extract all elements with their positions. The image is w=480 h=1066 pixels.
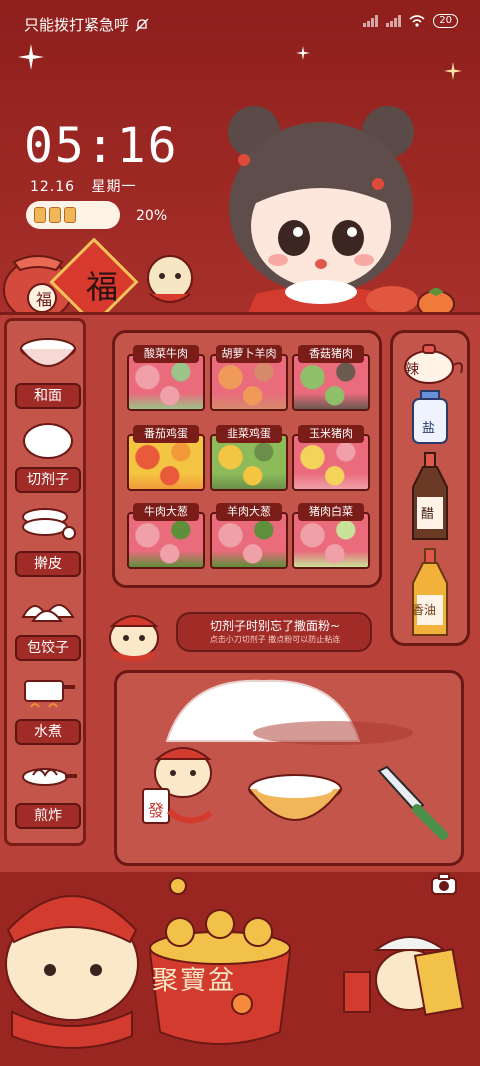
date-value: 12.16 bbox=[30, 179, 76, 195]
dough-ball-icon bbox=[23, 423, 73, 459]
tip-subtitle: 点击小刀切剂子 撒点粉可以防止粘连 bbox=[209, 635, 341, 644]
tool-label: 切剂子 bbox=[15, 467, 81, 493]
filling-label: 牛肉大葱 bbox=[133, 503, 199, 521]
sparkle-icon bbox=[444, 62, 462, 80]
seasoning-shelf: 辣 盐 醋 香油 bbox=[390, 330, 470, 646]
battery-badge: 20 bbox=[433, 14, 458, 28]
tool-label: 擀皮 bbox=[15, 551, 81, 577]
flour-bowl-icon bbox=[20, 338, 76, 367]
tool-mix-dough[interactable]: 和面 bbox=[15, 335, 81, 409]
jubaopen-text: 聚寶盆 bbox=[152, 966, 237, 996]
carrier-text: 只能拨打紧急呼 bbox=[24, 16, 130, 34]
tip-title: 切剂子时别忘了撒面粉~ bbox=[209, 619, 341, 633]
snowflake-icon bbox=[296, 46, 310, 60]
status-left: 只能拨打紧急呼 bbox=[24, 14, 149, 35]
lockscreen-time: 05:16 bbox=[24, 118, 179, 174]
tool-roll-wrapper[interactable]: 擀皮 bbox=[15, 503, 81, 577]
filling-label: 玉米猪肉 bbox=[298, 425, 364, 443]
tool-fry[interactable]: 煎炸 bbox=[15, 755, 81, 829]
filling-label: 猪肉白菜 bbox=[298, 503, 364, 521]
salt-label: 盐 bbox=[422, 421, 436, 436]
fa-card-text: 發 bbox=[147, 801, 164, 820]
fu-sign-text: 福 bbox=[85, 268, 118, 306]
filling-cell[interactable]: 羊肉大葱 bbox=[210, 503, 288, 569]
flour-bowl[interactable] bbox=[245, 771, 345, 835]
tool-label: 包饺子 bbox=[15, 635, 81, 661]
vinegar-label: 醋 bbox=[421, 507, 435, 522]
sesame-oil-label: 香油 bbox=[412, 603, 437, 617]
lockscreen-date: 12.16 星期一 bbox=[30, 176, 136, 196]
tool-boil[interactable]: 水煮 bbox=[15, 671, 81, 745]
dumplings-icon bbox=[21, 604, 75, 622]
filling-cell[interactable]: 酸菜牛肉 bbox=[127, 345, 205, 411]
wifi-icon bbox=[409, 15, 425, 27]
filling-cell[interactable]: 猪肉白菜 bbox=[292, 503, 370, 569]
filling-label: 酸菜牛肉 bbox=[133, 345, 199, 363]
pot-icon bbox=[24, 680, 75, 708]
filling-label: 韭菜鸡蛋 bbox=[216, 425, 282, 443]
tool-label: 煎炸 bbox=[15, 803, 81, 829]
chili-label: 辣 bbox=[405, 362, 419, 378]
knife-icon[interactable] bbox=[373, 765, 453, 841]
fu-small-text: 福 bbox=[35, 290, 52, 309]
signal-icon-2 bbox=[386, 15, 402, 27]
tool-label: 水煮 bbox=[15, 719, 81, 745]
work-board: 發 bbox=[114, 670, 464, 866]
filling-cell[interactable]: 牛肉大葱 bbox=[127, 503, 205, 569]
mute-bell-icon bbox=[135, 18, 149, 31]
dough-wrapper-icon bbox=[22, 508, 76, 540]
filling-cell[interactable]: 胡萝卜羊肉 bbox=[210, 345, 288, 411]
filling-cell[interactable]: 番茄鸡蛋 bbox=[127, 425, 205, 491]
battery-widget bbox=[26, 201, 120, 229]
filling-cell[interactable]: 韭菜鸡蛋 bbox=[210, 425, 288, 491]
filling-label: 胡萝卜羊肉 bbox=[216, 345, 282, 363]
tool-cut-portions[interactable]: 切剂子 bbox=[15, 419, 81, 493]
frying-pan-icon bbox=[22, 768, 77, 786]
camera-icon[interactable] bbox=[430, 872, 458, 896]
snake-mascot-icon bbox=[109, 615, 159, 662]
tool-label: 和面 bbox=[15, 383, 81, 409]
sesame-oil-bottle-icon[interactable] bbox=[407, 547, 453, 639]
girl-illustration bbox=[228, 106, 418, 318]
battery-percent: 20% bbox=[136, 208, 168, 224]
sparkle-icon bbox=[18, 44, 44, 70]
bottom-decor-illustration bbox=[0, 872, 480, 1066]
filling-label: 香菇猪肉 bbox=[298, 345, 364, 363]
vinegar-bottle-icon[interactable] bbox=[407, 451, 453, 543]
filling-label: 羊肉大葱 bbox=[216, 503, 282, 521]
filling-label: 番茄鸡蛋 bbox=[133, 425, 199, 443]
signal-icon bbox=[363, 15, 379, 27]
battery-fill-icon bbox=[34, 207, 82, 223]
tool-wrap-dumplings[interactable]: 包饺子 bbox=[15, 587, 81, 661]
status-bar: 只能拨打紧急呼 20 bbox=[0, 0, 480, 44]
weekday-value: 星期一 bbox=[91, 179, 137, 195]
status-right: 20 bbox=[363, 14, 458, 28]
filling-cell[interactable]: 玉米猪肉 bbox=[292, 425, 370, 491]
filling-cell[interactable]: 香菇猪肉 bbox=[292, 345, 370, 411]
fillings-tray: 酸菜牛肉 胡萝卜羊肉 香菇猪肉 番茄鸡蛋 韭菜鸡蛋 玉米猪肉 牛肉大葱 羊肉大葱… bbox=[112, 330, 382, 588]
tool-sidebar: 和面 切剂子 擀皮 包饺子 水煮 煎炸 bbox=[4, 318, 86, 846]
